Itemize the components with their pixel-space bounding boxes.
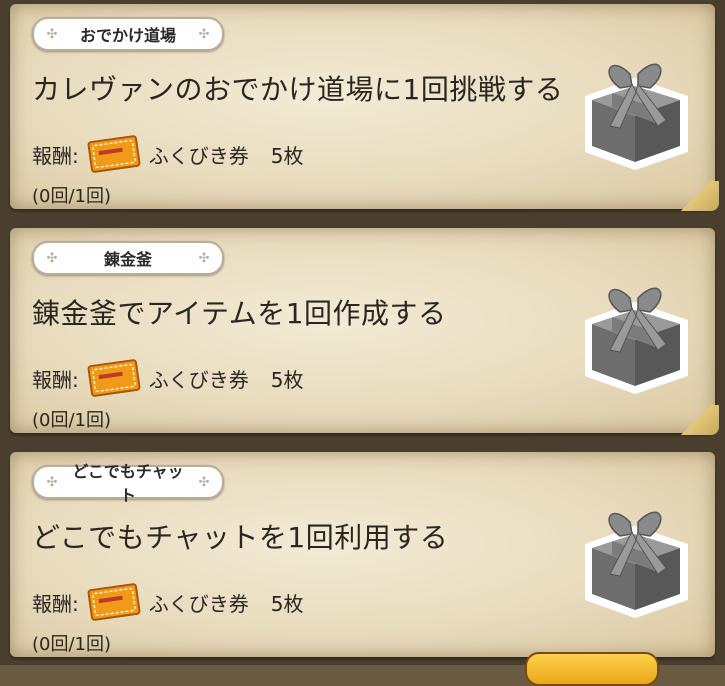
diamond-sparkle-icon: ✣ xyxy=(198,250,210,266)
reward-label: 報酬: xyxy=(32,591,79,616)
reward-count: 5枚 xyxy=(270,591,304,616)
gift-box-icon xyxy=(585,63,688,170)
diamond-sparkle-icon: ✣ xyxy=(46,474,58,490)
diamond-sparkle-icon: ✣ xyxy=(46,26,58,42)
reward-item-name: ふくびき券 xyxy=(148,143,249,168)
mission-title: 錬金釜でアイテムを1回作成する xyxy=(32,297,447,330)
gift-box-icon xyxy=(585,287,688,394)
diamond-sparkle-icon: ✣ xyxy=(198,26,210,42)
mission-progress: (0回/1回) xyxy=(32,410,112,431)
tag-label: 錬金釜 xyxy=(103,250,152,269)
diamond-sparkle-icon: ✣ xyxy=(198,474,210,490)
reward-count: 5枚 xyxy=(270,367,304,392)
mission-progress: (0回/1回) xyxy=(32,186,112,207)
ticket-icon xyxy=(87,583,141,621)
mission-title: どこでもチャットを1回利用する xyxy=(32,521,449,554)
mission-card[interactable]: ✣ おでかけ道場 ✣ カレヴァンのおでかけ道場に1回挑戦する 報酬: ふくびき券… xyxy=(10,4,719,211)
gift-box-icon xyxy=(585,511,688,618)
reward-count: 5枚 xyxy=(270,143,304,168)
ticket-icon xyxy=(87,359,141,397)
mission-progress: (0回/1回) xyxy=(32,634,112,655)
page-curl xyxy=(679,405,719,435)
reward-item-name: ふくびき券 xyxy=(148,367,249,392)
reward-label: 報酬: xyxy=(32,143,79,168)
ticket-icon xyxy=(87,135,141,173)
page-curl xyxy=(679,181,719,211)
tag-label: どこでもチャット xyxy=(72,462,184,505)
mission-title: カレヴァンのおでかけ道場に1回挑戦する xyxy=(32,73,564,106)
tag-label: おでかけ道場 xyxy=(79,26,176,45)
mission-card[interactable]: ✣ 錬金釜 ✣ 錬金釜でアイテムを1回作成する 報酬: ふくびき券 5枚 (0回… xyxy=(10,228,719,435)
reward-item-name: ふくびき券 xyxy=(148,591,249,616)
reward-row: 報酬: ふくびき券 5枚 xyxy=(32,583,304,621)
mission-category-tag: ✣ おでかけ道場 ✣ xyxy=(32,17,224,51)
mission-category-tag: ✣ 錬金釜 ✣ xyxy=(32,241,224,275)
reward-label: 報酬: xyxy=(32,367,79,392)
bottom-action-button[interactable] xyxy=(525,652,659,686)
reward-row: 報酬: ふくびき券 5枚 xyxy=(32,135,304,173)
mission-card[interactable]: ✣ どこでもチャット ✣ どこでもチャットを1回利用する 報酬: ふくびき券 5… xyxy=(10,452,715,657)
reward-row: 報酬: ふくびき券 5枚 xyxy=(32,359,304,397)
mission-category-tag: ✣ どこでもチャット ✣ xyxy=(32,462,224,505)
diamond-sparkle-icon: ✣ xyxy=(46,250,58,266)
